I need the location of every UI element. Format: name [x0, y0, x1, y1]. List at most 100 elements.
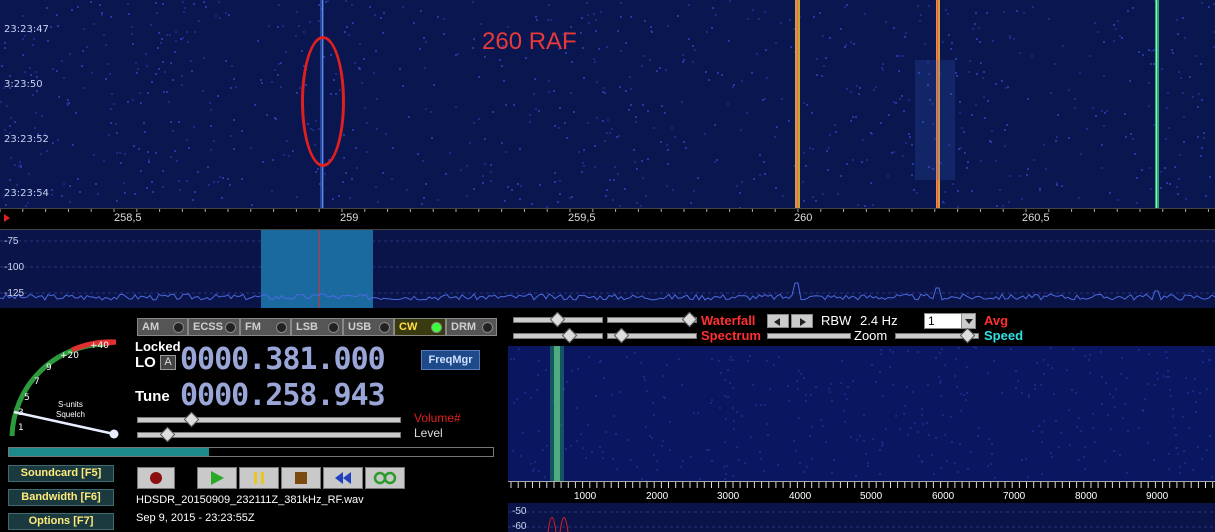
- frequency-scale[interactable]: 258,5 259 259,5 260 260,5: [0, 208, 1215, 230]
- waterfall-left-button[interactable]: [767, 314, 789, 328]
- soundcard-button[interactable]: Soundcard [F5]: [8, 465, 114, 482]
- mode-button-usb[interactable]: USB: [343, 318, 394, 336]
- svg-text:1: 1: [18, 423, 24, 433]
- waterfall-right-button[interactable]: [791, 314, 813, 328]
- annotation-ellipse: [301, 36, 345, 167]
- level-slider-knob[interactable]: [159, 426, 176, 443]
- level-meter: [8, 447, 494, 457]
- lo-label: LO: [135, 354, 156, 371]
- s-meter: 1 3 5 7 9 +20 +40: [9, 339, 119, 439]
- audio-tick-label: 8000: [1075, 491, 1098, 502]
- rewind-icon: [335, 472, 343, 484]
- mode-led-icon: [328, 322, 339, 333]
- audio-spectrum[interactable]: -50 -60: [508, 503, 1215, 532]
- svg-text:5: 5: [24, 393, 30, 403]
- db-label: -60: [512, 521, 527, 532]
- pause-button[interactable]: [239, 467, 279, 489]
- play-icon: [211, 471, 224, 485]
- s-units-label: S-units: [58, 400, 83, 409]
- s-meter-knob[interactable]: [109, 429, 119, 439]
- mode-button-cw[interactable]: CW: [394, 318, 446, 336]
- zoom-slider-left[interactable]: [767, 333, 851, 339]
- svg-text:+20: +20: [60, 351, 79, 361]
- audio-tick-label: 7000: [1003, 491, 1026, 502]
- squelch-label: Squelch: [56, 410, 85, 419]
- control-panel: 1 3 5 7 9 +20 +40 S-units Squelch AM ECSS…: [0, 310, 505, 532]
- stop-icon: [295, 472, 307, 484]
- svg-text:3: 3: [18, 408, 24, 418]
- level-slider[interactable]: [137, 426, 401, 443]
- mode-led-icon: [276, 322, 287, 333]
- mode-led-icon: [173, 322, 184, 333]
- mode-button-fm[interactable]: FM: [240, 318, 291, 336]
- play-button[interactable]: [197, 467, 237, 489]
- tune-label: Tune: [135, 388, 170, 405]
- loop-button[interactable]: [365, 467, 405, 489]
- pause-icon: [254, 472, 257, 484]
- rbw-label: RBW: [821, 313, 852, 328]
- slider-knob[interactable]: [613, 327, 630, 344]
- speed-slider[interactable]: [895, 327, 979, 344]
- rewind-button[interactable]: [323, 467, 363, 489]
- mode-button-drm[interactable]: DRM: [446, 318, 497, 336]
- mode-label: CW: [399, 321, 418, 333]
- record-button[interactable]: [137, 467, 175, 489]
- level-label: Level: [414, 426, 443, 440]
- mode-button-am[interactable]: AM: [137, 318, 188, 336]
- mode-led-icon: [431, 322, 442, 333]
- main-spectrum[interactable]: -75 -100 -125: [0, 230, 1215, 308]
- s-meter-caption: S-units Squelch: [56, 400, 85, 420]
- mode-bar: AM ECSS FM LSB USB CW DRM: [137, 318, 497, 338]
- volume-slider[interactable]: [137, 411, 401, 428]
- options-button[interactable]: Options [F7]: [8, 513, 114, 530]
- mode-led-icon: [379, 322, 390, 333]
- record-icon: [150, 472, 162, 484]
- volume-label: Volume#: [414, 411, 461, 425]
- freq-tick-label: 260: [794, 212, 813, 224]
- audio-filter-curve: [547, 517, 557, 532]
- mode-button-ecss[interactable]: ECSS: [188, 318, 240, 336]
- audio-waterfall-plot: [510, 346, 1213, 481]
- spectrum-max-slider[interactable]: [607, 327, 697, 344]
- stop-button[interactable]: [281, 467, 321, 489]
- audio-tick-label: 6000: [932, 491, 955, 502]
- hdsdr-window: 23:23:47 3:23:50 23:23:52 23:23:54 260 R…: [0, 0, 1215, 532]
- slider-knob[interactable]: [561, 327, 578, 344]
- mode-label: ECSS: [193, 321, 223, 333]
- lo-frequency-display[interactable]: 0000.381.000: [180, 342, 386, 377]
- audio-waterfall[interactable]: [508, 346, 1215, 481]
- waterfall-min-slider[interactable]: [513, 311, 603, 328]
- time-label: 3:23:50: [4, 79, 43, 90]
- level-meter-fill: [9, 448, 209, 456]
- avg-value: 1: [928, 314, 935, 328]
- svg-text:+40: +40: [90, 341, 109, 351]
- mode-label: USB: [348, 321, 372, 333]
- mode-label: LSB: [296, 321, 318, 333]
- audio-tick-label: 3000: [717, 491, 740, 502]
- chevron-down-icon[interactable]: [961, 314, 975, 328]
- mode-button-lsb[interactable]: LSB: [291, 318, 343, 336]
- slider-knob[interactable]: [681, 311, 698, 328]
- freqmgr-button[interactable]: FreqMgr: [421, 350, 480, 370]
- loop-icon: [373, 471, 387, 485]
- freq-tick-label: 260,5: [1022, 212, 1050, 224]
- zoom-label: Zoom: [854, 328, 888, 343]
- slider-knob[interactable]: [959, 327, 976, 344]
- svg-text:7: 7: [34, 377, 40, 387]
- slider-knob[interactable]: [549, 311, 566, 328]
- spectrum-min-slider[interactable]: [513, 327, 603, 344]
- volume-slider-knob[interactable]: [183, 411, 200, 428]
- audio-tick-label: 1000: [574, 491, 597, 502]
- spectrum-label: Spectrum: [701, 328, 761, 343]
- bandwidth-button[interactable]: Bandwidth [F6]: [8, 489, 114, 506]
- audio-tick-label: 4000: [789, 491, 812, 502]
- waterfall-max-slider[interactable]: [607, 311, 698, 328]
- lo-a-button[interactable]: A: [160, 355, 176, 370]
- time-label: 23:23:52: [4, 134, 49, 145]
- audio-spectrum-plot: [508, 511, 1215, 532]
- arrow-right-icon: [800, 318, 806, 326]
- tune-frequency-display[interactable]: 0000.258.943: [180, 378, 386, 413]
- main-waterfall[interactable]: 23:23:47 3:23:50 23:23:52 23:23:54 260 R…: [0, 0, 1215, 208]
- time-label: 23:23:54: [4, 188, 49, 199]
- avg-select[interactable]: 1: [924, 313, 976, 329]
